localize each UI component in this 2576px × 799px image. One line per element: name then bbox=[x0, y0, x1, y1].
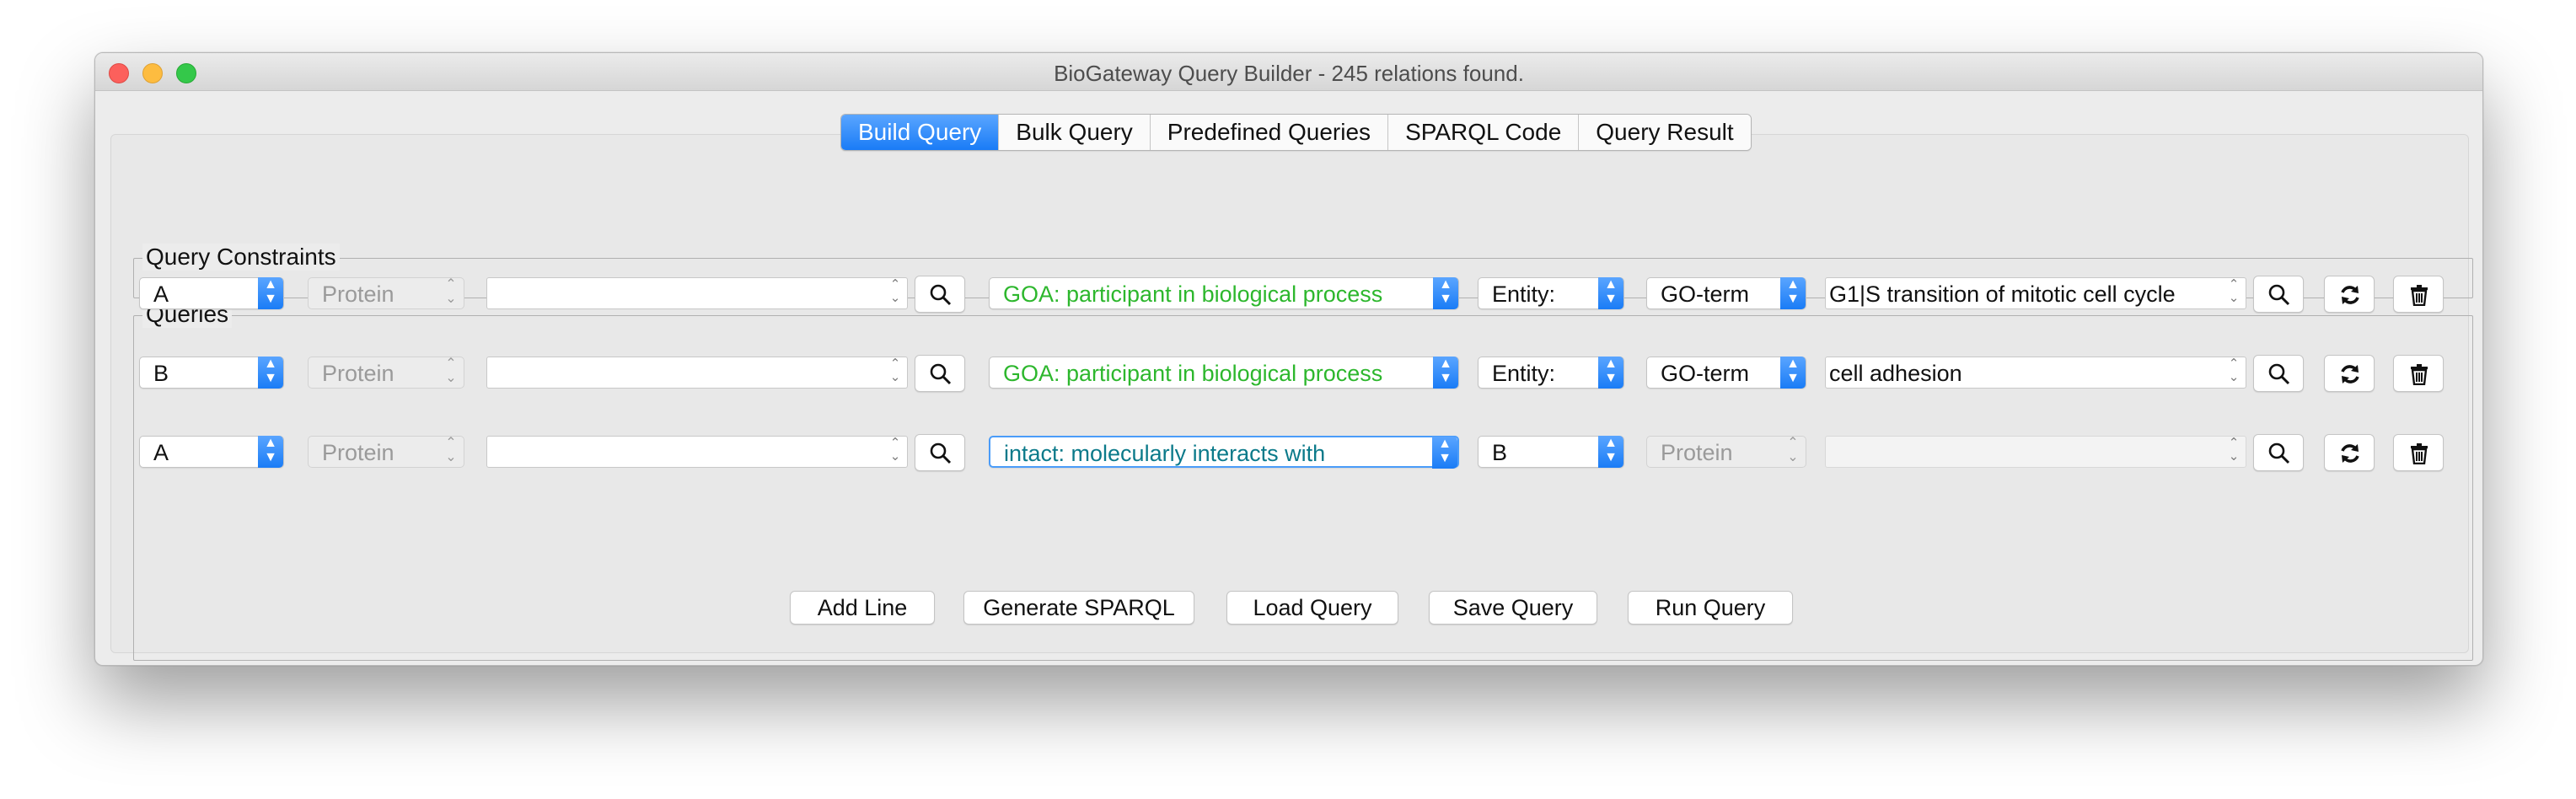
relation-value: GOA: participant in biological process bbox=[1003, 361, 1383, 386]
window-title: BioGateway Query Builder - 245 relations… bbox=[1054, 61, 1524, 86]
object-value-field[interactable]: G1|S transition of mitotic cell cycle ⌃ ⌄ bbox=[1825, 277, 2246, 309]
subject-variable-select[interactable]: B ▲ ▼ bbox=[139, 357, 284, 389]
object-value-text: G1|S transition of mitotic cell cycle bbox=[1829, 282, 2176, 307]
subject-variable-value: A bbox=[153, 440, 169, 465]
subject-type-value: Protein bbox=[322, 361, 394, 386]
save-query-button[interactable]: Save Query bbox=[1429, 591, 1597, 625]
tab-content-panel: Query Constraints Queries bbox=[110, 134, 2473, 661]
subject-type-value: Protein bbox=[322, 282, 394, 307]
object-value-text: cell adhesion bbox=[1829, 361, 1962, 386]
chevron-updown-icon: ⌃ ⌄ bbox=[889, 436, 901, 464]
load-query-button[interactable]: Load Query bbox=[1226, 591, 1398, 625]
object-variable-value: B bbox=[1492, 440, 1508, 465]
chevron-updown-icon: ▲ ▼ bbox=[1433, 357, 1458, 389]
subject-search-button[interactable] bbox=[915, 355, 965, 392]
relation-select[interactable]: intact: molecularly interacts with ▲ ▼ bbox=[989, 436, 1459, 469]
object-variable-select[interactable]: Entity: ▲ ▼ bbox=[1478, 277, 1624, 309]
subject-search-button[interactable] bbox=[915, 434, 965, 471]
chevron-updown-icon: ▲ ▼ bbox=[258, 277, 283, 309]
object-value-field[interactable]: ⌃ ⌄ bbox=[1825, 436, 2246, 468]
chevron-updown-icon: ▲ ▼ bbox=[258, 357, 283, 389]
chevron-updown-icon: ▲ ▼ bbox=[1433, 277, 1458, 309]
delete-row-button[interactable] bbox=[2393, 434, 2444, 471]
search-icon bbox=[930, 363, 952, 385]
chevron-updown-icon: ⌃ ⌄ bbox=[2228, 357, 2240, 384]
subject-value-field[interactable]: ⌃ ⌄ bbox=[486, 357, 908, 389]
title-bar: BioGateway Query Builder - 245 relations… bbox=[95, 53, 2482, 91]
refresh-icon bbox=[2341, 444, 2359, 463]
refresh-icon bbox=[2341, 286, 2359, 304]
relation-value: intact: molecularly interacts with bbox=[1004, 441, 1326, 466]
search-icon bbox=[930, 442, 952, 464]
object-search-button[interactable] bbox=[2253, 276, 2304, 313]
generate-sparql-button[interactable]: Generate SPARQL bbox=[963, 591, 1194, 625]
relation-value: GOA: participant in biological process bbox=[1003, 282, 1383, 307]
chevron-updown-icon: ⌃ ⌄ bbox=[2228, 436, 2240, 464]
subject-type-select: Protein ⌃ ⌄ bbox=[308, 436, 464, 468]
subject-variable-select[interactable]: A ▲ ▼ bbox=[139, 277, 284, 309]
tab-bulk-query[interactable]: Bulk Query bbox=[999, 115, 1151, 150]
subject-variable-value: B bbox=[153, 361, 169, 386]
search-icon bbox=[2268, 363, 2290, 385]
chevron-updown-icon: ⌃ ⌄ bbox=[445, 357, 457, 385]
subject-value-field[interactable]: ⌃ ⌄ bbox=[486, 436, 908, 468]
chevron-updown-icon: ▲ ▼ bbox=[1432, 437, 1457, 469]
tab-build-query[interactable]: Build Query bbox=[841, 115, 1000, 150]
subject-variable-select[interactable]: A ▲ ▼ bbox=[139, 436, 284, 468]
chevron-updown-icon: ▲ ▼ bbox=[1598, 277, 1623, 309]
trash-icon bbox=[2411, 443, 2428, 464]
subject-search-button[interactable] bbox=[915, 276, 965, 313]
search-icon bbox=[930, 284, 952, 306]
chevron-updown-icon: ▲ ▼ bbox=[258, 436, 283, 468]
query-builder-window: BioGateway Query Builder - 245 relations… bbox=[94, 52, 2483, 666]
refresh-row-button[interactable] bbox=[2324, 355, 2375, 392]
tab-predefined-queries[interactable]: Predefined Queries bbox=[1150, 115, 1389, 150]
delete-row-button[interactable] bbox=[2393, 355, 2444, 392]
refresh-row-button[interactable] bbox=[2324, 276, 2375, 313]
relation-select[interactable]: GOA: participant in biological process ▲… bbox=[989, 357, 1459, 389]
object-type-value: GO-term bbox=[1661, 282, 1749, 307]
run-query-button[interactable]: Run Query bbox=[1628, 591, 1793, 625]
chevron-updown-icon: ⌃ ⌄ bbox=[2228, 277, 2240, 305]
object-variable-value: Entity: bbox=[1492, 361, 1556, 386]
refresh-icon bbox=[2341, 365, 2359, 383]
chevron-updown-icon: ▲ ▼ bbox=[1780, 277, 1806, 309]
object-variable-select[interactable]: Entity: ▲ ▼ bbox=[1478, 357, 1624, 389]
subject-type-select: Protein ⌃ ⌄ bbox=[308, 357, 464, 389]
object-value-field[interactable]: cell adhesion ⌃ ⌄ bbox=[1825, 357, 2246, 389]
chevron-updown-icon: ⌃ ⌄ bbox=[445, 277, 457, 306]
subject-type-select: Protein ⌃ ⌄ bbox=[308, 277, 464, 309]
tab-sparql-code[interactable]: SPARQL Code bbox=[1388, 115, 1580, 150]
subject-value-field[interactable]: ⌃ ⌄ bbox=[486, 277, 908, 309]
chevron-updown-icon: ▲ ▼ bbox=[1598, 357, 1623, 389]
trash-icon bbox=[2411, 364, 2428, 385]
object-type-select[interactable]: GO-term ▲ ▼ bbox=[1646, 357, 1806, 389]
object-search-button[interactable] bbox=[2253, 355, 2304, 392]
add-line-button[interactable]: Add Line bbox=[790, 591, 935, 625]
subject-variable-value: A bbox=[153, 282, 169, 307]
chevron-updown-icon: ⌃ ⌄ bbox=[445, 436, 457, 464]
chevron-updown-icon: ⌃ ⌄ bbox=[889, 357, 901, 384]
object-type-select: Protein ⌃ ⌄ bbox=[1646, 436, 1806, 468]
search-icon bbox=[2268, 442, 2290, 464]
chevron-updown-icon: ⌃ ⌄ bbox=[889, 277, 901, 305]
object-type-select[interactable]: GO-term ▲ ▼ bbox=[1646, 277, 1806, 309]
delete-row-button[interactable] bbox=[2393, 276, 2444, 313]
object-type-value: Protein bbox=[1661, 440, 1733, 465]
query-constraints-label: Query Constraints bbox=[142, 244, 340, 271]
object-variable-select[interactable]: B ▲ ▼ bbox=[1478, 436, 1624, 468]
tab-query-result[interactable]: Query Result bbox=[1579, 115, 1751, 150]
object-search-button[interactable] bbox=[2253, 434, 2304, 471]
search-icon bbox=[2268, 284, 2290, 306]
object-type-value: GO-term bbox=[1661, 361, 1749, 386]
tab-bar: Build Query Bulk Query Predefined Querie… bbox=[840, 114, 1752, 151]
relation-select[interactable]: GOA: participant in biological process ▲… bbox=[989, 277, 1459, 309]
refresh-row-button[interactable] bbox=[2324, 434, 2375, 471]
object-variable-value: Entity: bbox=[1492, 282, 1556, 307]
chevron-updown-icon: ⌃ ⌄ bbox=[1787, 436, 1799, 464]
subject-type-value: Protein bbox=[322, 440, 394, 465]
chevron-updown-icon: ▲ ▼ bbox=[1598, 436, 1623, 468]
trash-icon bbox=[2411, 285, 2428, 306]
chevron-updown-icon: ▲ ▼ bbox=[1780, 357, 1806, 389]
